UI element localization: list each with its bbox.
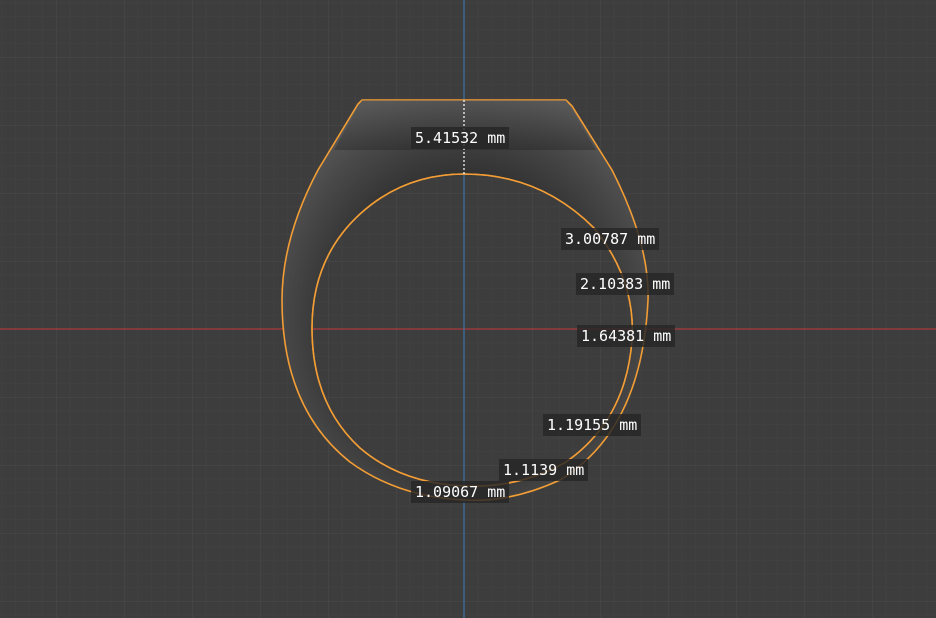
measure-label-1-09067[interactable]: 1.09067 mm bbox=[411, 481, 510, 503]
grid-major bbox=[0, 0, 936, 618]
3d-viewport[interactable]: 5.41532 mm 3.00787 mm 2.10383 mm 1.64381… bbox=[0, 0, 936, 618]
measure-label-1-1139[interactable]: 1.1139 mm bbox=[499, 459, 589, 481]
measure-label-1-64381[interactable]: 1.64381 mm bbox=[577, 325, 676, 347]
measure-label-2-10383[interactable]: 2.10383 mm bbox=[576, 273, 675, 295]
viewport-canvas bbox=[0, 0, 936, 618]
measure-label-3-00787[interactable]: 3.00787 mm bbox=[561, 228, 660, 250]
measure-label-1-19155[interactable]: 1.19155 mm bbox=[543, 414, 642, 436]
measure-label-5-41532[interactable]: 5.41532 mm bbox=[411, 127, 510, 149]
